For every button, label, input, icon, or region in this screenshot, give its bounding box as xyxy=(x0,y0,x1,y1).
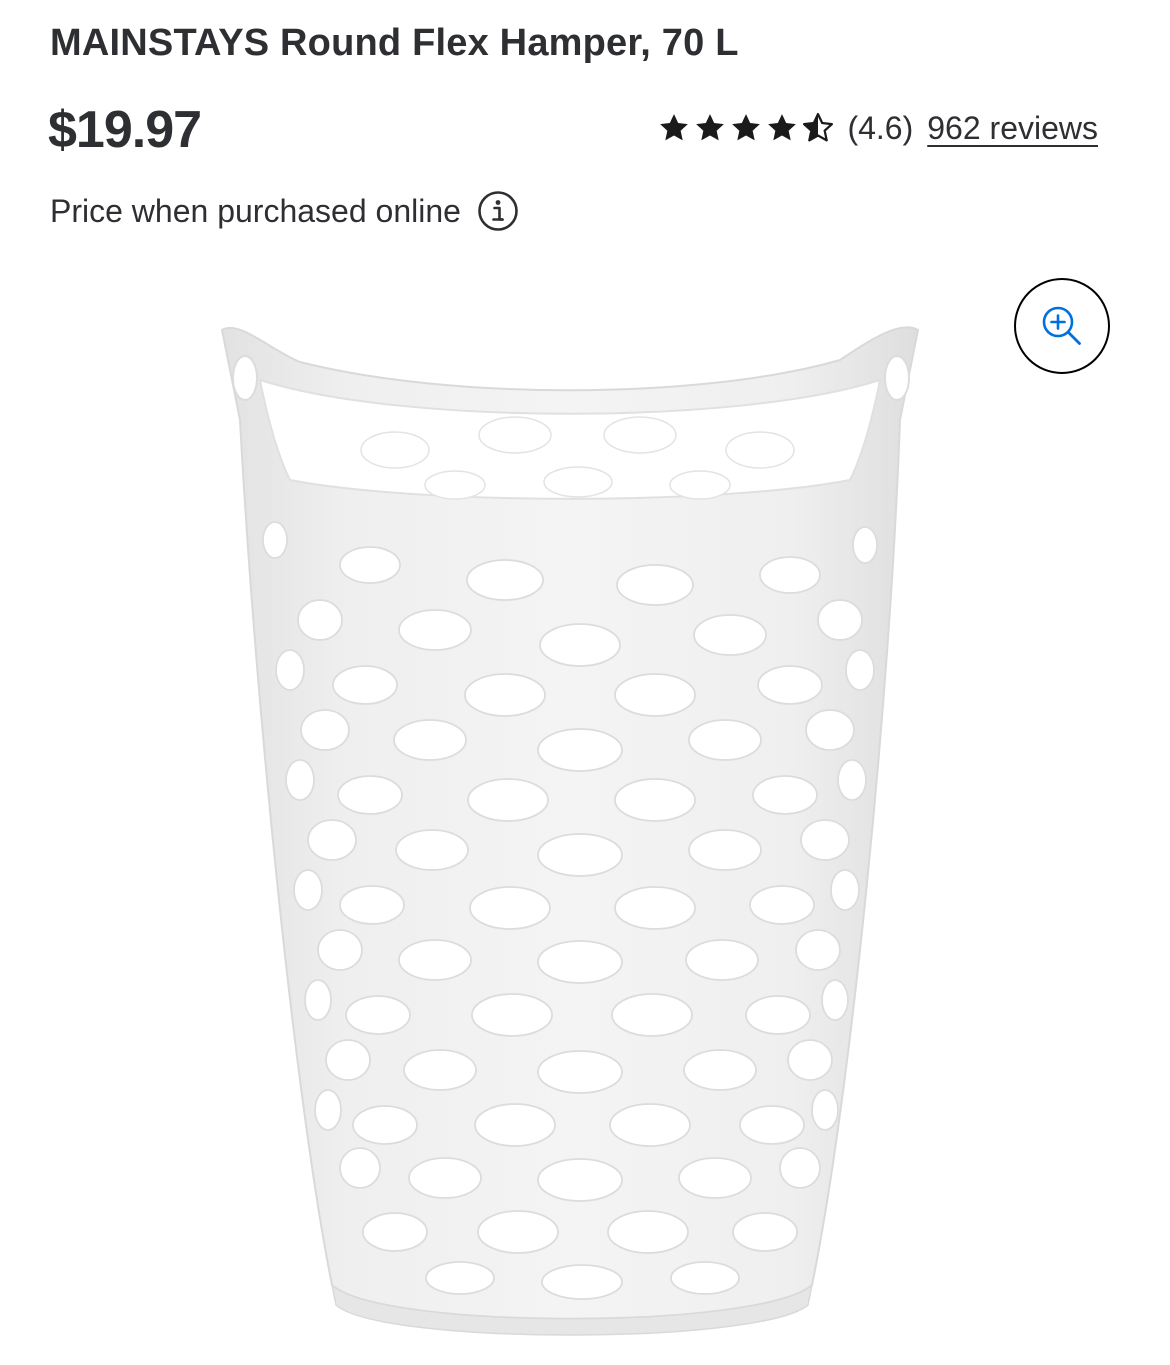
star-rating xyxy=(657,111,835,145)
rating-summary: (4.6) 962 reviews xyxy=(657,106,1098,150)
zoom-button[interactable] xyxy=(1014,278,1110,374)
info-icon[interactable] xyxy=(477,190,519,232)
product-image[interactable] xyxy=(200,300,940,1350)
hamper-image xyxy=(220,326,920,1336)
star-icon xyxy=(660,114,689,141)
zoom-in-icon xyxy=(1042,306,1081,345)
product-price: $19.97 xyxy=(48,101,202,159)
star-icon xyxy=(768,114,797,141)
product-title: MAINSTAYS Round Flex Hamper, 70 L xyxy=(50,22,739,64)
rating-value: (4.6) xyxy=(847,109,914,146)
price-note: Price when purchased online xyxy=(50,190,519,232)
price-note-text: Price when purchased online xyxy=(50,192,461,229)
star-icon xyxy=(696,114,725,141)
star-half-icon xyxy=(803,112,834,142)
star-icon xyxy=(732,114,761,141)
reviews-link[interactable]: 962 reviews xyxy=(927,110,1098,147)
